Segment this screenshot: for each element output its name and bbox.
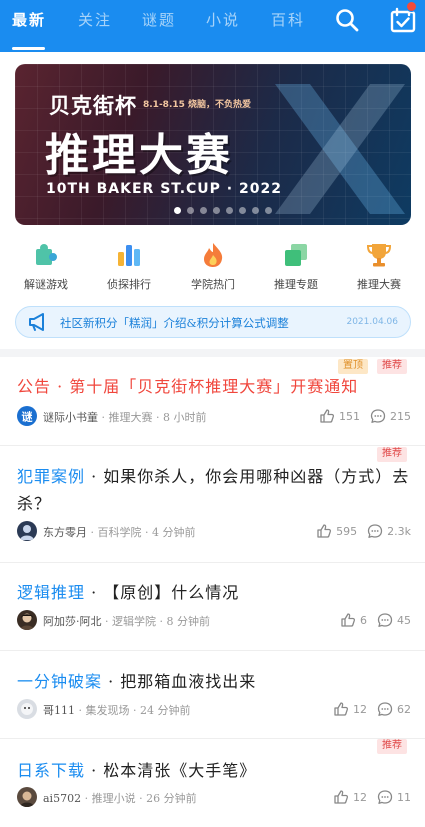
like-icon[interactable] — [319, 408, 335, 424]
post-author: 东方零月 — [43, 526, 87, 539]
banner-title: 推理大赛 — [45, 130, 233, 181]
ranking-icon — [118, 245, 140, 266]
recommended-badge: 推荐 — [377, 739, 407, 754]
comment-count: 45 — [397, 613, 411, 627]
banner-brand: 贝克街杯 — [49, 93, 137, 118]
like-icon[interactable] — [340, 612, 356, 628]
x-logo-graphic — [275, 84, 405, 214]
comment-count: 215 — [390, 409, 411, 423]
post-title: 逻辑推理 · 【原创】什么情况 — [17, 583, 240, 602]
post-stats: 595 2.3k — [316, 523, 411, 539]
shortcut-academy-hot[interactable]: 学院热门 — [178, 240, 248, 292]
notification-dot — [406, 1, 417, 12]
like-count: 6 — [360, 613, 367, 627]
tab-encyclopedia[interactable]: 百科 — [271, 9, 305, 30]
avatar[interactable] — [17, 787, 37, 807]
post-author: 谜际小书童 — [43, 411, 98, 424]
post-meta: 哥111 · 集发现场 · 24 分钟前 — [43, 704, 191, 717]
comment-icon[interactable] — [377, 612, 393, 628]
recommended-badge: 推荐 — [377, 447, 407, 462]
avatar[interactable]: 谜 — [17, 406, 37, 426]
post-title: 犯罪案例 · 如果你杀人，你会用哪种凶器（方式）去杀？ — [17, 467, 410, 513]
banner-subtitle: 10TH BAKER ST.CUP · 2022 — [46, 181, 282, 197]
pinned-badge: 置顶 — [338, 359, 368, 374]
comment-count: 11 — [397, 790, 411, 804]
post-category: 日系下载 — [17, 761, 86, 780]
shortcut-reasoning-topics[interactable]: 推理专题 — [261, 240, 331, 292]
comment-icon[interactable] — [377, 789, 393, 805]
comment-icon[interactable] — [367, 523, 383, 539]
post-meta: 东方零月 · 百科学院 · 4 分钟前 — [43, 526, 196, 539]
search-icon[interactable] — [333, 6, 361, 34]
shortcut-detective-ranking[interactable]: 侦探排行 — [94, 240, 164, 292]
tab-puzzles[interactable]: 谜题 — [142, 9, 176, 30]
like-icon[interactable] — [316, 523, 332, 539]
post-meta: 阿加莎·阿北 · 逻辑学院 · 8 分钟前 — [43, 615, 210, 628]
announcement-text: 社区新积分「糕润」介绍&积分计算公式调整 — [60, 316, 289, 330]
post-item[interactable]: 置顶 推荐 公告 · 第十届「贝克街杯推理大赛」开赛通知 谜 谜际小书童 · 推… — [0, 357, 425, 446]
active-tab-indicator — [12, 47, 45, 50]
shortcut-reasoning-contest[interactable]: 推理大赛 — [344, 240, 414, 292]
comment-count: 62 — [397, 702, 411, 716]
post-title: 一分钟破案 · 把那箱血液找出来 — [17, 672, 257, 691]
post-title: 公告 · 第十届「贝克街杯推理大赛」开赛通知 — [17, 377, 359, 396]
post-meta: ai5702 · 推理小说 · 26 分钟前 — [43, 792, 197, 805]
avatar[interactable] — [17, 521, 37, 541]
post-category: 逻辑推理 — [17, 583, 86, 602]
post-category: 公告 — [17, 377, 52, 396]
post-stats: 151 215 — [319, 408, 411, 424]
recommended-badge: 推荐 — [377, 359, 407, 374]
post-stats: 6 45 — [340, 612, 411, 628]
promo-banner[interactable]: 贝克街杯 8.1-8.15 烧脑，不负热爱 推理大赛 10TH BAKER ST… — [15, 64, 411, 225]
post-category: 犯罪案例 — [17, 467, 86, 486]
announcement-bar[interactable]: 社区新积分「糕润」介绍&积分计算公式调整 2021.04.06 — [15, 306, 411, 338]
shortcut-puzzle-games[interactable]: 解谜游戏 — [11, 240, 81, 292]
avatar[interactable] — [17, 610, 37, 630]
like-count: 151 — [339, 409, 360, 423]
comment-icon[interactable] — [377, 701, 393, 717]
tab-follow[interactable]: 关注 — [78, 9, 112, 30]
topic-icon — [285, 244, 307, 266]
like-icon[interactable] — [333, 789, 349, 805]
announcement-date: 2021.04.06 — [346, 317, 398, 327]
post-author: 阿加莎·阿北 — [43, 615, 102, 628]
comment-count: 2.3k — [387, 524, 411, 538]
tab-novels[interactable]: 小说 — [206, 9, 240, 30]
comment-icon[interactable] — [370, 408, 386, 424]
banner-dates: 8.1-8.15 烧脑，不负热爱 — [143, 100, 252, 110]
avatar[interactable] — [17, 699, 37, 719]
post-item[interactable]: 逻辑推理 · 【原创】什么情况 阿加莎·阿北 · 逻辑学院 · 8 分钟前 6 … — [0, 563, 425, 651]
like-icon[interactable] — [333, 701, 349, 717]
post-category: 一分钟破案 — [17, 672, 103, 691]
like-count: 12 — [353, 702, 367, 716]
svg-text:谜: 谜 — [22, 410, 34, 424]
section-divider — [0, 349, 425, 357]
megaphone-icon — [29, 313, 44, 331]
top-navigation-bar: 最新 关注 谜题 小说 百科 — [0, 0, 425, 52]
trophy-icon — [366, 244, 392, 267]
tab-latest[interactable]: 最新 — [12, 9, 46, 30]
post-title: 日系下载 · 松本清张《大手笔》 — [17, 761, 257, 780]
post-item[interactable]: 推荐 日系下载 · 松本清张《大手笔》 ai5702 · 推理小说 · 26 分… — [0, 739, 425, 827]
post-item[interactable]: 一分钟破案 · 把那箱血液找出来 哥111 · 集发现场 · 24 分钟前 12… — [0, 651, 425, 739]
post-stats: 12 11 — [333, 789, 411, 805]
post-meta: 谜际小书童 · 推理大赛 · 8 小时前 — [43, 411, 207, 424]
post-item[interactable]: 推荐 犯罪案例 · 如果你杀人，你会用哪种凶器（方式）去杀？ 东方零月 · 百科… — [0, 446, 425, 563]
like-count: 12 — [353, 790, 367, 804]
like-count: 595 — [336, 524, 358, 538]
post-author: 哥111 — [43, 704, 75, 717]
flame-icon — [204, 243, 223, 267]
post-author: ai5702 — [43, 792, 82, 805]
puzzle-icon — [36, 244, 57, 265]
post-stats: 12 62 — [333, 701, 411, 717]
carousel-dots[interactable] — [174, 207, 272, 214]
